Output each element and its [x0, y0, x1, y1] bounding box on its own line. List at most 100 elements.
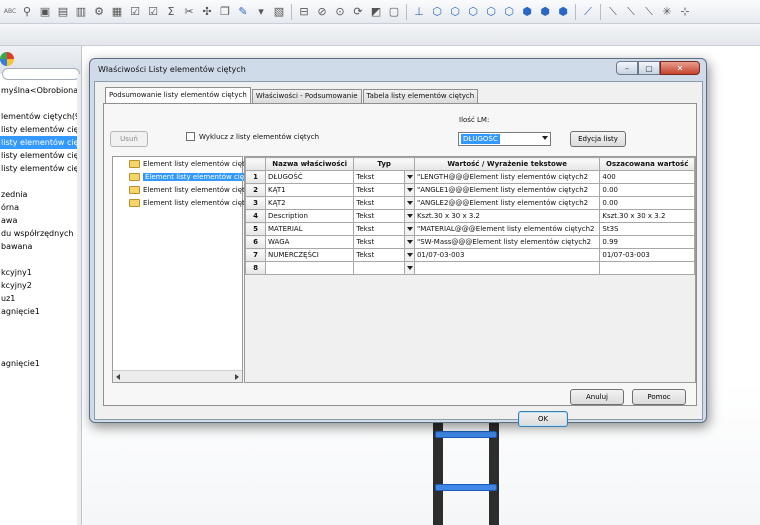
tree-item[interactable]: [0, 344, 80, 357]
exclude-checkbox-row[interactable]: Wyklucz z listy elementów ciętych: [186, 132, 319, 141]
tree-item[interactable]: bawana: [0, 240, 80, 253]
property-name-cell[interactable]: Description: [265, 209, 355, 223]
value-cell[interactable]: 01/07-03-003: [413, 248, 601, 262]
type-cell[interactable]: Tekst: [353, 209, 415, 223]
tree-item[interactable]: kcyjny1: [0, 266, 80, 279]
help-button[interactable]: Pomoc: [632, 389, 686, 405]
tree-item[interactable]: [0, 175, 80, 188]
type-cell[interactable]: Tekst: [353, 248, 415, 262]
value-cell[interactable]: "ANGLE1@@@Element listy elementów ciętyc…: [413, 183, 601, 197]
edit-list-button[interactable]: Edycja listy: [570, 131, 626, 147]
value-cell[interactable]: "MATERIAL@@@Element listy elementów cięt…: [413, 222, 601, 236]
shaded-icon[interactable]: ◩: [368, 4, 384, 20]
ok-button[interactable]: OK: [518, 411, 568, 427]
plane-icon[interactable]: ⊹: [677, 4, 693, 20]
type-cell[interactable]: Tekst: [353, 170, 415, 184]
copy-icon[interactable]: ❐: [217, 4, 233, 20]
dropdown-arrow-icon[interactable]: [403, 171, 414, 183]
property-name-cell[interactable]: MATERIAL: [265, 222, 355, 236]
header-value[interactable]: Wartość / Wyrażenie tekstowe: [413, 157, 601, 171]
panel-scrollbar[interactable]: [77, 74, 81, 525]
tree-item[interactable]: listy elementów ciętyc: [0, 162, 81, 175]
type-cell[interactable]: Tekst: [353, 222, 415, 236]
axis-icon[interactable]: ⊥: [411, 4, 427, 20]
header-property-name[interactable]: Nazwa właściwości: [265, 157, 355, 171]
cut-list-tree-item[interactable]: Element listy elementów cięty: [129, 184, 249, 196]
checkbox-icon[interactable]: ☑: [127, 4, 143, 20]
exclude-checkbox[interactable]: [186, 132, 195, 141]
cut-view-icon[interactable]: ⊟: [296, 4, 312, 20]
table-row[interactable]: 5 MATERIAL Tekst "MATERIAL@@@Element lis…: [245, 222, 695, 236]
chevron-down-icon[interactable]: [542, 136, 548, 140]
property-name-cell[interactable]: [265, 261, 355, 275]
cut-list-tree-item[interactable]: Element listy elementów cięty: [129, 197, 249, 209]
tab-properties-summary[interactable]: Właściwości - Podsumowanie: [251, 89, 362, 103]
measure-icon[interactable]: ⟋: [580, 4, 596, 20]
top-view-icon[interactable]: ⬡: [501, 4, 517, 20]
table-row[interactable]: 7 NUMERCZĘŚCI Tekst 01/07-03-003 01/07-0…: [245, 248, 695, 262]
value-cell[interactable]: "SW-Mass@@@Element listy elementów cięty…: [413, 235, 601, 249]
appearance-icon[interactable]: ✎: [235, 4, 251, 20]
link-icon[interactable]: ⚲: [19, 4, 35, 20]
iso-view-icon[interactable]: ⬢: [537, 4, 553, 20]
cut-list-tree-item-selected[interactable]: Element listy elementów cięty: [129, 171, 253, 183]
view-icon[interactable]: ⊙: [332, 4, 348, 20]
tree-item[interactable]: agnięcie1: [0, 305, 80, 318]
tree-item[interactable]: agnięcie1: [0, 357, 80, 370]
table-row[interactable]: 2 KĄT1 Tekst "ANGLE1@@@Element listy ele…: [245, 183, 695, 197]
appearance-manager-icon[interactable]: [0, 52, 14, 66]
property-name-cell[interactable]: WAGA: [265, 235, 355, 249]
save-icon[interactable]: ▣: [37, 4, 53, 20]
dropdown-arrow-icon[interactable]: [403, 184, 414, 196]
property-name-cell[interactable]: KĄT1: [265, 183, 355, 197]
value-cell[interactable]: Kszt.30 x 30 x 3.2: [413, 209, 601, 223]
table-row[interactable]: 3 KĄT2 Tekst "ANGLE2@@@Element listy ele…: [245, 196, 695, 210]
property-name-cell[interactable]: DŁUGOŚĆ: [265, 170, 355, 184]
type-cell[interactable]: Tekst: [353, 183, 415, 197]
table-row[interactable]: 4 Description Tekst Kszt.30 x 30 x 3.2 K…: [245, 209, 695, 223]
line-icon[interactable]: ⟍: [641, 4, 657, 20]
dropdown-arrow-icon[interactable]: [403, 197, 414, 209]
tree-item[interactable]: [0, 253, 80, 266]
tree-item[interactable]: órna: [0, 201, 80, 214]
document-icon[interactable]: ▤: [55, 4, 71, 20]
tree-item[interactable]: [0, 97, 80, 110]
right-view-icon[interactable]: ⬡: [483, 4, 499, 20]
line-icon[interactable]: ⟍: [605, 4, 621, 20]
spellcheck-icon[interactable]: ABC: [3, 4, 17, 20]
sum-icon[interactable]: Σ: [163, 4, 179, 20]
tree-item[interactable]: kcyjny2: [0, 279, 80, 292]
tree-item[interactable]: listy elementów ciętyc: [0, 149, 81, 162]
type-cell[interactable]: [353, 261, 415, 275]
close-button[interactable]: ✕: [660, 61, 700, 75]
dropdown-arrow-icon[interactable]: [403, 236, 414, 248]
maximize-button[interactable]: ▢: [638, 61, 660, 75]
tools-icon[interactable]: ✂: [181, 4, 197, 20]
move-icon[interactable]: ✣: [199, 4, 215, 20]
minimize-button[interactable]: –: [616, 61, 638, 75]
section-icon[interactable]: ▢: [386, 4, 402, 20]
dropdown-arrow-icon[interactable]: [403, 262, 414, 274]
tree-item[interactable]: zednia: [0, 188, 80, 201]
normal-to-icon[interactable]: ⬢: [555, 4, 571, 20]
value-cell[interactable]: "LENGTH@@@Element listy elementów ciętyc…: [413, 170, 601, 184]
filter-input[interactable]: [2, 68, 80, 80]
line-icon[interactable]: ⟍: [623, 4, 639, 20]
bottom-view-icon[interactable]: ⬢: [519, 4, 535, 20]
point-icon[interactable]: ✳: [659, 4, 675, 20]
rotate-icon[interactable]: ⟳: [350, 4, 366, 20]
table-row[interactable]: 6 WAGA Tekst "SW-Mass@@@Element listy el…: [245, 235, 695, 249]
tab-cut-list-table[interactable]: Tabela listy elementów ciętych: [362, 89, 479, 103]
header-evaluated[interactable]: Oszacowana wartość: [599, 157, 695, 171]
chart-icon[interactable]: ▥: [73, 4, 89, 20]
tree-item[interactable]: [0, 318, 80, 331]
checklist-icon[interactable]: ☑: [145, 4, 161, 20]
table-icon[interactable]: ▦: [109, 4, 125, 20]
gear-icon[interactable]: ⚙: [91, 4, 107, 20]
remove-button[interactable]: Usuń: [110, 131, 148, 147]
scroll-left-icon[interactable]: [116, 374, 120, 380]
property-name-cell[interactable]: KĄT2: [265, 196, 355, 210]
tree-item[interactable]: uz1: [0, 292, 80, 305]
left-view-icon[interactable]: ⬡: [465, 4, 481, 20]
dropdown-arrow-icon[interactable]: [403, 210, 414, 222]
